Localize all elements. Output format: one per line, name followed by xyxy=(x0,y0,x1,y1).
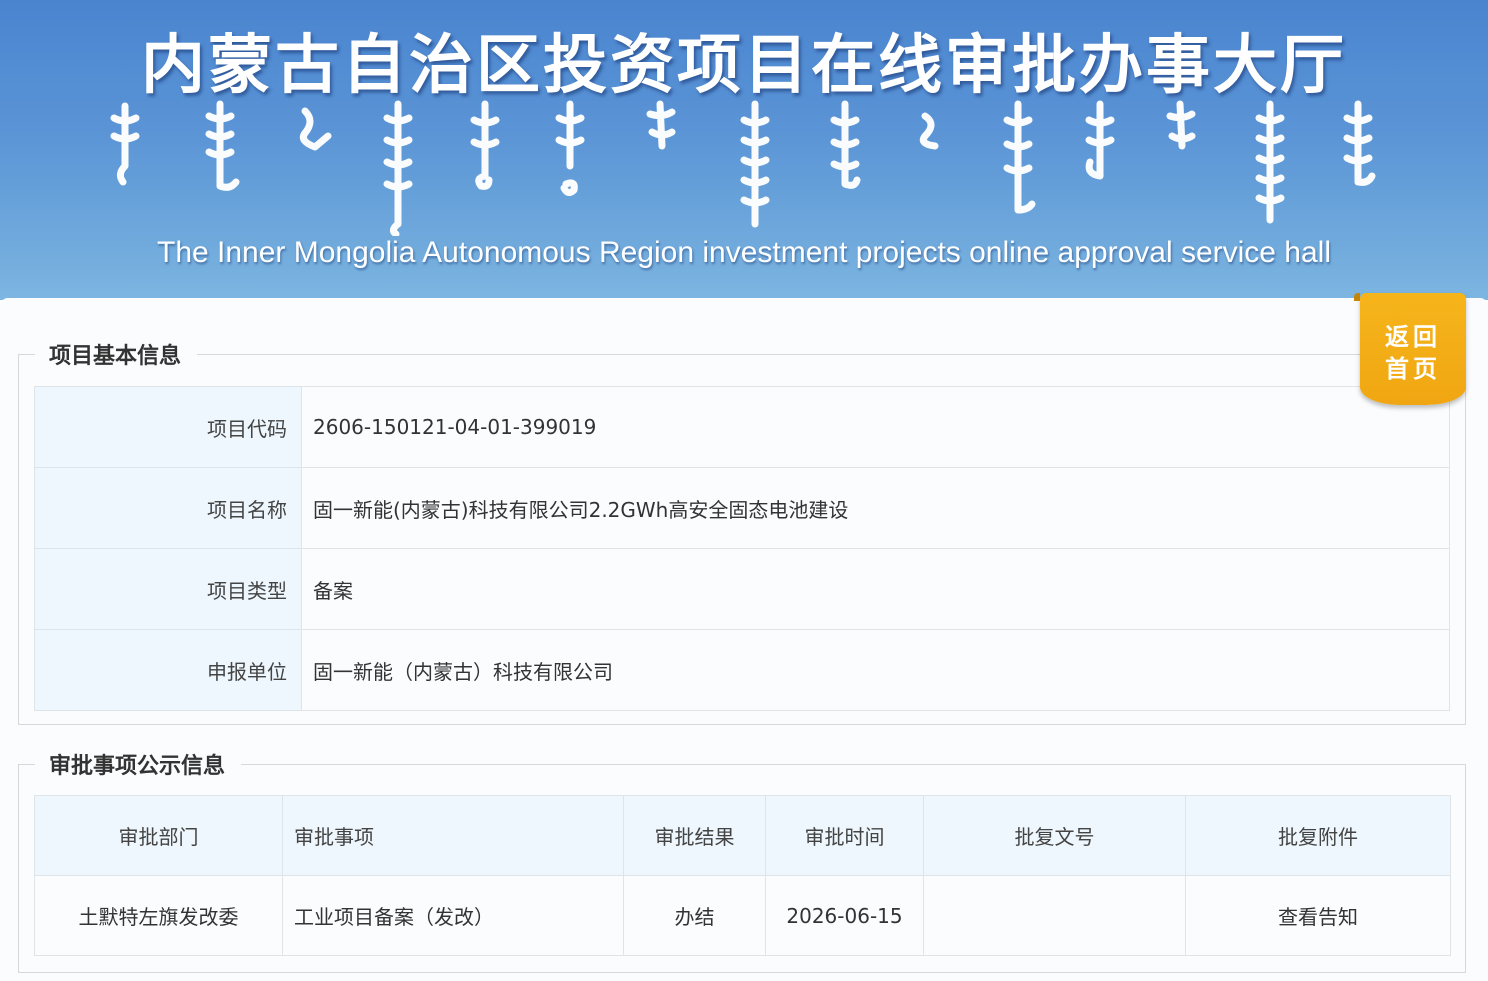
project-type-value: 备案 xyxy=(301,548,1450,630)
column-header-dept: 审批部门 xyxy=(34,795,283,876)
table-row: 申报单位 固一新能（内蒙古）科技有限公司 xyxy=(34,629,1450,711)
table-header-row: 审批部门 审批事项 审批结果 审批时间 批复文号 批复附件 xyxy=(34,795,1451,876)
table-row: 土默特左旗发改委 工业项目备案（发改） 办结 2026-06-15 查看告知 xyxy=(34,875,1451,956)
column-header-item: 审批事项 xyxy=(282,795,624,876)
approval-date-cell: 2026-06-15 xyxy=(765,875,924,956)
banner-title: 内蒙古自治区投资项目在线审批办事大厅 xyxy=(141,28,1347,103)
approval-info-heading: 审批事项公示信息 xyxy=(49,754,226,779)
approval-result-cell: 办结 xyxy=(623,875,766,956)
approval-doc-no-cell xyxy=(923,875,1186,956)
mongolian-script-decoration xyxy=(110,100,1376,236)
column-header-result: 审批结果 xyxy=(623,795,766,876)
table-row: 项目类型 备案 xyxy=(34,548,1450,630)
project-info-table: 项目代码 2606-150121-04-01-399019 项目名称 固一新能(… xyxy=(34,386,1450,711)
return-home-label-line2: 首页 xyxy=(1385,355,1441,383)
applicant-value: 固一新能（内蒙古）科技有限公司 xyxy=(301,629,1450,711)
banner-subtitle: The Inner Mongolia Autonomous Region inv… xyxy=(157,236,1331,269)
applicant-label: 申报单位 xyxy=(34,629,302,711)
approval-table: 审批部门 审批事项 审批结果 审批时间 批复文号 批复附件 土默特左旗发改委 工… xyxy=(34,795,1451,956)
view-notice-link[interactable]: 查看告知 xyxy=(1278,905,1358,929)
project-code-value: 2606-150121-04-01-399019 xyxy=(301,386,1450,468)
table-row: 项目代码 2606-150121-04-01-399019 xyxy=(34,386,1450,468)
approval-attachment-cell: 查看告知 xyxy=(1185,875,1451,956)
table-row: 项目名称 固一新能(内蒙古)科技有限公司2.2GWh高安全固态电池建设 xyxy=(34,467,1450,549)
column-header-doc-no: 批复文号 xyxy=(923,795,1186,876)
project-name-value: 固一新能(内蒙古)科技有限公司2.2GWh高安全固态电池建设 xyxy=(301,467,1450,549)
return-home-button[interactable]: 返回 首页 xyxy=(1354,293,1466,405)
header-banner: 内蒙古自治区投资项目在线审批办事大厅 The Inner Mongolia Au… xyxy=(0,0,1488,300)
return-home-label-line1: 返回 xyxy=(1385,323,1441,351)
column-header-attachment: 批复附件 xyxy=(1185,795,1451,876)
project-type-label: 项目类型 xyxy=(34,548,302,630)
approval-dept-cell: 土默特左旗发改委 xyxy=(34,875,283,956)
approval-item-cell: 工业项目备案（发改） xyxy=(282,875,624,956)
project-info-heading: 项目基本信息 xyxy=(49,344,182,369)
project-name-label: 项目名称 xyxy=(34,467,302,549)
project-code-label: 项目代码 xyxy=(34,386,302,468)
column-header-date: 审批时间 xyxy=(765,795,924,876)
